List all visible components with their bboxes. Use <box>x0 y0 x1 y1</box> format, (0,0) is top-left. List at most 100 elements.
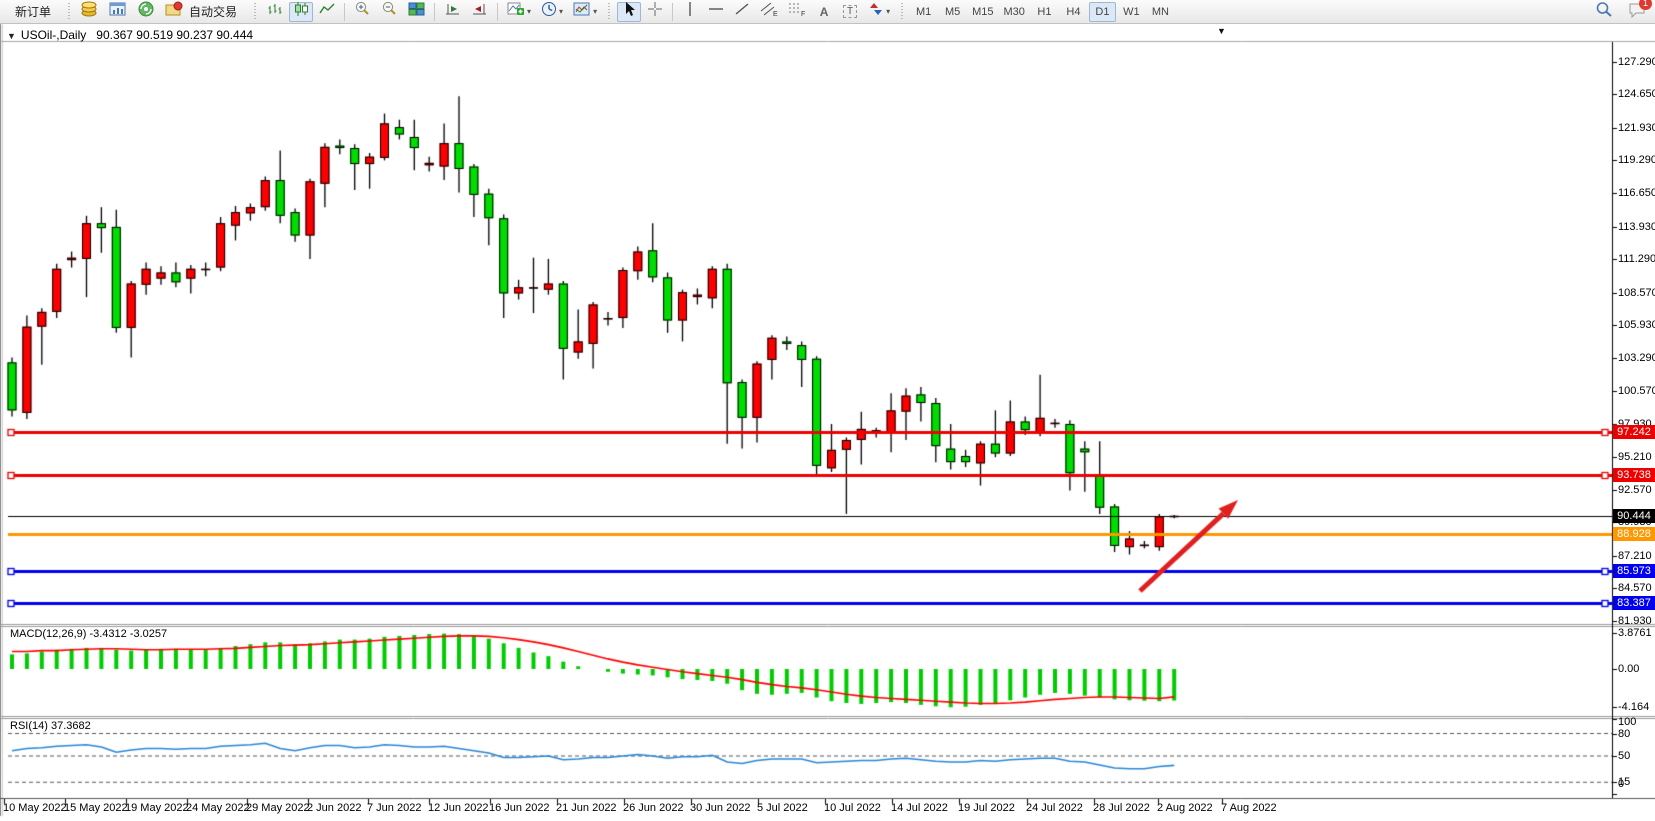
toolbar-grip[interactable] <box>899 2 906 21</box>
market-watch-button[interactable] <box>77 1 103 22</box>
price-line-tag: 90.444 <box>1613 508 1655 523</box>
macd-tick-label: 0.00 <box>1618 663 1640 676</box>
date-label: 10 May 2022 <box>3 802 67 814</box>
price-tick-label: 108.570 <box>1618 286 1655 299</box>
bar-chart-icon <box>267 1 283 22</box>
price-tick-label: 84.570 <box>1618 582 1652 595</box>
price-tick-label: 92.570 <box>1618 483 1652 496</box>
price-tick-label: 105.930 <box>1618 319 1655 332</box>
price-tick-label: 119.290 <box>1618 154 1655 167</box>
chart-shift-button[interactable] <box>467 2 492 22</box>
rsi-tick-label: 0 <box>1618 778 1625 790</box>
text-tool-button[interactable]: A <box>812 2 836 22</box>
arrows-icon <box>868 1 884 22</box>
date-label: 28 Jul 2022 <box>1093 802 1150 814</box>
gold-bars-icon <box>81 1 99 22</box>
toolbar-grip[interactable] <box>252 2 259 21</box>
signals-button[interactable] <box>133 1 159 22</box>
macd-tick-label: -4.164 <box>1618 701 1650 714</box>
text-label-icon: T <box>843 5 858 18</box>
periods-button[interactable]: ▾ <box>537 2 567 22</box>
toolbar-grip[interactable] <box>606 2 613 21</box>
timeframe-d1-button[interactable]: D1 <box>1088 1 1116 22</box>
vertical-line-button[interactable] <box>678 2 702 22</box>
macd-tick-label: 3.8761 <box>1618 627 1652 640</box>
price-tick-label: 81.930 <box>1618 614 1652 627</box>
auto-scroll-button[interactable] <box>440 2 465 22</box>
macd-indicator-label: MACD(12,26,9) -3.4312 -3.0257 <box>10 628 168 640</box>
date-label: 29 May 2022 <box>246 802 310 814</box>
date-label: 19 May 2022 <box>125 802 189 814</box>
timeframe-h1-button[interactable]: H1 <box>1031 2 1058 22</box>
price-tick-label: 95.210 <box>1618 451 1652 464</box>
equidistant-channel-button[interactable]: E <box>756 2 782 22</box>
chart-title: ▼ USOil-,Daily 90.367 90.519 90.237 90.444 <box>7 28 253 42</box>
svg-text:E: E <box>773 11 778 17</box>
indicators-button[interactable]: ▾ <box>503 2 535 22</box>
add-indicator-icon <box>507 1 525 22</box>
price-tick-label: 111.290 <box>1618 253 1655 266</box>
candlestick-icon <box>293 1 309 22</box>
dropdown-arrow-icon: ▾ <box>527 7 532 16</box>
date-label: 21 Jun 2022 <box>556 802 617 814</box>
chart-ohlc-values: 90.367 90.519 90.237 90.444 <box>96 28 254 42</box>
chart-shift-marker[interactable]: ▼ <box>1217 26 1226 36</box>
date-label: 26 Jun 2022 <box>623 802 684 814</box>
new-order-button[interactable]: 新订单 <box>5 2 61 22</box>
date-label: 7 Jun 2022 <box>367 802 422 814</box>
fibonacci-icon: F <box>788 1 806 22</box>
toolbar-grip[interactable] <box>66 2 73 21</box>
date-label: 10 Jul 2022 <box>824 802 881 814</box>
chart-shift-icon <box>471 1 488 22</box>
price-tick-label: 113.930 <box>1618 220 1655 233</box>
timeframe-m1-button[interactable]: M1 <box>910 2 937 22</box>
price-line-tag: 93.738 <box>1613 468 1655 483</box>
horizontal-line-button[interactable] <box>704 2 728 22</box>
zoom-in-button[interactable] <box>350 1 375 22</box>
date-label: 12 Jun 2022 <box>428 802 489 814</box>
price-tick-label: 116.650 <box>1618 187 1655 199</box>
channel-icon: E <box>760 1 778 22</box>
candlestick-chart-button[interactable] <box>289 1 314 22</box>
templates-button[interactable]: ▾ <box>569 2 601 22</box>
zoom-out-icon <box>381 1 398 22</box>
fibonacci-button[interactable]: F <box>784 2 810 22</box>
date-label: 24 May 2022 <box>186 802 250 814</box>
tile-windows-button[interactable] <box>404 2 429 22</box>
rsi-tick-label: 80 <box>1618 727 1631 740</box>
dropdown-arrow-icon: ▾ <box>593 7 598 16</box>
price-tick-label: 87.210 <box>1618 549 1652 562</box>
charts-window-button[interactable] <box>105 2 131 22</box>
timeframe-m15-button[interactable]: M15 <box>968 2 997 22</box>
cursor-button[interactable] <box>617 1 642 22</box>
line-chart-icon <box>319 1 335 22</box>
timeframe-m30-button[interactable]: M30 <box>1000 2 1029 22</box>
date-label: 14 Jul 2022 <box>891 802 948 814</box>
crosshair-button[interactable] <box>643 2 667 22</box>
auto-trading-button[interactable]: 自动交易 <box>161 1 247 22</box>
text-label-button[interactable]: T <box>838 2 862 22</box>
auto-scroll-icon <box>444 1 461 22</box>
price-chart-canvas[interactable] <box>0 0 1655 821</box>
text-tool-icon: A <box>819 4 829 19</box>
timeframe-m5-button[interactable]: M5 <box>939 2 966 22</box>
zoom-in-icon <box>354 1 371 22</box>
rsi-tick-label: 50 <box>1618 750 1631 762</box>
timeframe-w1-button[interactable]: W1 <box>1118 2 1145 22</box>
price-line-tag: 83.387 <box>1613 595 1655 610</box>
search-button[interactable] <box>1591 2 1617 22</box>
trendline-button[interactable] <box>730 2 754 22</box>
line-chart-button[interactable] <box>315 2 339 22</box>
notifications-button[interactable]: 1 <box>1628 0 1652 23</box>
collapse-triangle-icon[interactable]: ▼ <box>7 31 16 41</box>
price-tick-label: 121.930 <box>1618 121 1655 134</box>
timeframe-mn-button[interactable]: MN <box>1147 2 1174 22</box>
zoom-out-button[interactable] <box>377 1 402 22</box>
timeframe-h4-button[interactable]: H4 <box>1060 2 1087 22</box>
date-label: 19 Jul 2022 <box>958 802 1015 814</box>
date-label: 15 May 2022 <box>64 802 128 814</box>
date-label: 16 Jun 2022 <box>489 802 550 814</box>
bar-chart-button[interactable] <box>263 2 287 22</box>
arrows-tool-button[interactable]: ▾ <box>864 2 894 22</box>
tile-windows-icon <box>408 1 425 22</box>
